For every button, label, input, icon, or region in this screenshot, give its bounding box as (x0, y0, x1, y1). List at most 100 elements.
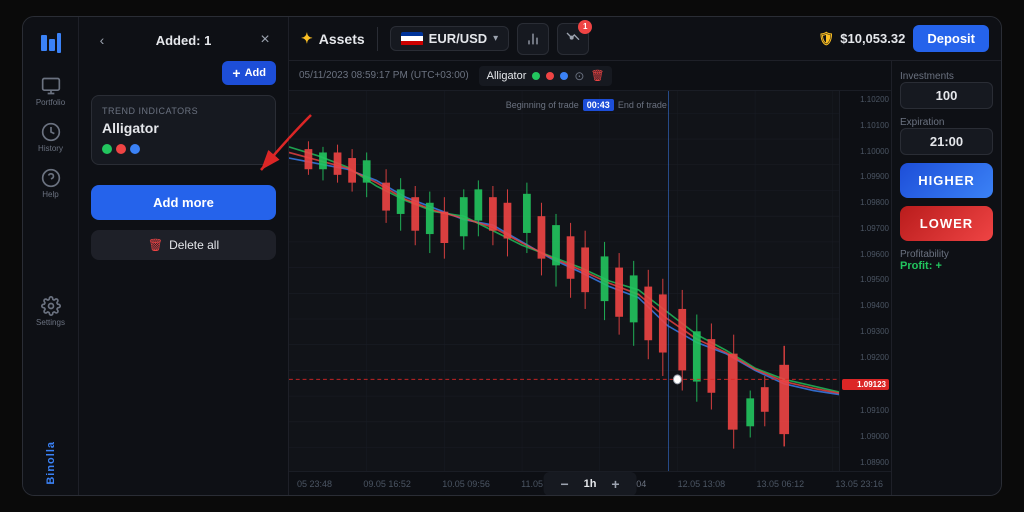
trade-vertical-line (668, 91, 669, 471)
price-1.09500: 1.09500 (842, 275, 889, 284)
price-1.08900: 1.08900 (842, 458, 889, 467)
expiration-section: Expiration 21:00 (900, 117, 993, 155)
price-1.09600: 1.09600 (842, 250, 889, 259)
expiration-label: Expiration (900, 117, 993, 128)
app-logo (35, 27, 67, 59)
alligator-dot-1 (532, 72, 540, 80)
price-1.09100: 1.09100 (842, 406, 889, 415)
profit-value: Profit: + (900, 260, 993, 272)
time-controls: − 1h + (544, 472, 637, 496)
indicator-settings-icon[interactable]: ⊙ (574, 69, 584, 83)
time-tick-8: 13.05 23:16 (835, 479, 883, 489)
indicator-card: Trend indicators Alligator (91, 95, 276, 165)
sidebar-item-portfolio[interactable]: Portfolio (29, 69, 73, 113)
indicator-delete-icon[interactable]: 🗑 (590, 69, 604, 82)
sidebar-history-label: History (38, 144, 63, 153)
price-axis: 1.10200 1.10100 1.10000 1.09900 1.09800 … (839, 91, 891, 471)
chart-svg[interactable] (289, 91, 891, 471)
chart-canvas[interactable]: Beginning of trade 00:43 End of trade (289, 91, 891, 471)
shield-icon: 🛡 (818, 31, 835, 47)
main-content: ✦ Assets EUR/USD ▾ (289, 17, 1001, 495)
zoom-out-button[interactable]: − (556, 475, 574, 493)
add-button-label: Add (245, 67, 266, 79)
sidebar-item-history[interactable]: History (29, 115, 73, 159)
time-axis: 05 23:48 09.05 16:52 10.05 09:56 11.05 0… (289, 471, 891, 495)
assets-label: Assets (319, 31, 365, 47)
chart-subheader: 05/11/2023 08:59:17 PM (UTC+03:00) Allig… (289, 61, 891, 91)
chart-type-button[interactable] (517, 23, 549, 55)
sidebar-help-label: Help (42, 190, 58, 199)
zoom-in-button[interactable]: + (606, 475, 624, 493)
dot-green (102, 144, 112, 154)
investments-section: Investments 100 (900, 71, 993, 109)
price-1.10200: 1.10200 (842, 95, 889, 104)
alligator-dot-2 (546, 72, 554, 80)
plus-icon: + (232, 65, 240, 81)
time-tick-7: 13.05 06:12 (757, 479, 805, 489)
time-tick-6: 12.05 13:08 (678, 479, 726, 489)
timeframe-label[interactable]: 1h (584, 478, 597, 490)
investments-label: Investments (900, 71, 993, 82)
asset-selector[interactable]: EUR/USD ▾ (390, 26, 510, 51)
sidebar-settings-label: Settings (36, 318, 65, 327)
asset-name: EUR/USD (429, 31, 488, 46)
trash-icon: 🗑 (148, 238, 163, 252)
indicator-label-bar: Alligator ⊙ 🗑 (479, 66, 613, 86)
sidebar-item-settings[interactable]: Settings (29, 289, 73, 333)
binolla-brand-label: Binolla (45, 441, 57, 485)
time-tick-3: 10.05 09:56 (442, 479, 490, 489)
price-1.09000: 1.09000 (842, 432, 889, 441)
chart-wrapper: 05/11/2023 08:59:17 PM (UTC+03:00) Allig… (289, 61, 891, 495)
added-label: Added: 1 (156, 33, 212, 48)
indicators-button[interactable]: 1 (557, 23, 589, 55)
alligator-dot-3 (560, 72, 568, 80)
investments-input[interactable]: 100 (900, 82, 993, 109)
dot-red (116, 144, 126, 154)
right-trading-panel: Investments 100 Expiration 21:00 HIGHER … (891, 61, 1001, 495)
balance-display: 🛡 $10,053.32 (818, 31, 906, 47)
profitability-label: Profitability (900, 249, 993, 260)
indicator-type: Trend indicators (102, 106, 265, 116)
left-panel: ‹ Added: 1 × + Add Trend indicators Alli… (79, 17, 289, 495)
sidebar-portfolio-label: Portfolio (36, 98, 65, 107)
price-1.09200: 1.09200 (842, 353, 889, 362)
sidebar-item-help[interactable]: Help (29, 161, 73, 205)
current-price-label: 1.09123 (842, 379, 889, 390)
chevron-down-icon: ▾ (493, 33, 498, 44)
indicator-name: Alligator (102, 120, 265, 136)
add-more-button[interactable]: Add more (91, 185, 276, 220)
divider (377, 27, 378, 51)
time-tick-1: 05 23:48 (297, 479, 332, 489)
price-1.09700: 1.09700 (842, 224, 889, 233)
price-1.10100: 1.10100 (842, 121, 889, 130)
profitability-section: Profitability Profit: + (900, 249, 993, 272)
add-indicator-button[interactable]: + Add (222, 61, 276, 85)
trade-timer-badge: 00:43 (583, 99, 614, 111)
deposit-button[interactable]: Deposit (913, 25, 989, 52)
price-1.09900: 1.09900 (842, 172, 889, 181)
chart-datetime: 05/11/2023 08:59:17 PM (UTC+03:00) (299, 70, 469, 81)
indicator-dots (102, 144, 265, 154)
time-tick-2: 09.05 16:52 (363, 479, 411, 489)
close-panel-button[interactable]: × (254, 29, 276, 51)
expiration-input[interactable]: 21:00 (900, 128, 993, 155)
back-button[interactable]: ‹ (91, 29, 113, 51)
assets-title: ✦ Assets (301, 30, 365, 47)
price-1.10000: 1.10000 (842, 147, 889, 156)
higher-button[interactable]: HIGHER (900, 163, 993, 198)
delete-all-button[interactable]: 🗑 Delete all (91, 230, 276, 260)
chart-area: 05/11/2023 08:59:17 PM (UTC+03:00) Allig… (289, 61, 1001, 495)
panel-header: ‹ Added: 1 × (91, 29, 276, 51)
price-1.09400: 1.09400 (842, 301, 889, 310)
trade-start-label: Beginning of trade 00:43 End of trade (506, 99, 667, 111)
indicator-bar-label: Alligator (487, 70, 527, 82)
main-container: Portfolio History Help Settings Binolla (22, 16, 1002, 496)
lower-button[interactable]: LOWER (900, 206, 993, 241)
eu-flag (401, 32, 423, 46)
notification-badge: 1 (578, 20, 592, 34)
price-1.09800: 1.09800 (842, 198, 889, 207)
assets-star-icon: ✦ (301, 30, 313, 47)
top-bar: ✦ Assets EUR/USD ▾ (289, 17, 1001, 61)
dot-blue (130, 144, 140, 154)
price-1.09300: 1.09300 (842, 327, 889, 336)
